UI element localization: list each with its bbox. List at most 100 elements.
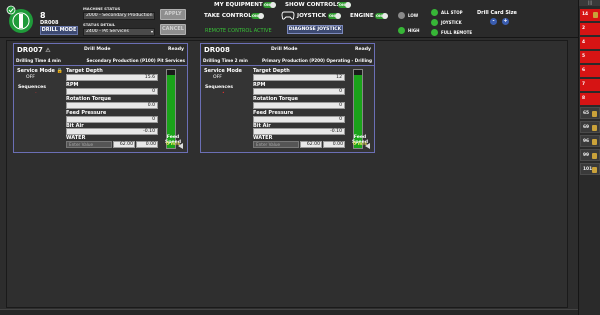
- target-depth-value: 15.6: [66, 74, 158, 81]
- equipment-item-label: 99: [583, 153, 590, 158]
- card-id: DR008: [204, 46, 230, 54]
- drill-card-dr008[interactable]: DR008 Drill Mode Ready Drilling Time 2 m…: [200, 43, 375, 153]
- cancel-button[interactable]: CANCEL: [160, 24, 186, 35]
- my-equipment-toggle[interactable]: ON: [263, 2, 276, 8]
- drill-mode-button[interactable]: DRILL MODE: [40, 26, 78, 35]
- rpm-value: 0: [253, 88, 345, 95]
- rpm-value: 0: [66, 88, 158, 95]
- full-remote-indicator: [431, 29, 438, 36]
- take-control-toggle[interactable]: ON: [251, 13, 264, 19]
- service-mode-label: Service Mode: [204, 68, 242, 74]
- equipment-item-7[interactable]: 7: [580, 79, 600, 91]
- equipment-icon: [592, 125, 597, 131]
- status-detail-label: STATUS DETAIL: [83, 22, 116, 27]
- high-indicator: [398, 27, 405, 34]
- card-state: Ready: [354, 47, 371, 52]
- drill-card-dr007[interactable]: DR007 ⚠ Drill Mode Ready Drilling Time 4…: [13, 43, 188, 153]
- joystick-label: JOYSTICK: [297, 13, 327, 19]
- apply-button[interactable]: APPLY: [160, 9, 186, 20]
- feed-pressure-value: 0: [66, 116, 158, 123]
- production-status: Secondary Production (P100) Pit Services: [86, 58, 185, 63]
- equipment-item-label: 96: [583, 139, 590, 144]
- equipment-item-14[interactable]: 14: [580, 9, 600, 21]
- all-stop-label: ALL STOP: [441, 10, 463, 15]
- drill-card-size-label: Drill Card Size: [477, 10, 517, 16]
- equipment-icon: [593, 12, 598, 18]
- all-stop-indicator: [431, 9, 438, 16]
- service-mode-value: OFF: [26, 75, 35, 80]
- service-mode-label: Service Mode 🔒: [17, 68, 63, 74]
- sequences-label: Sequences: [205, 85, 233, 90]
- machine-status-label: MACHINE STATUS: [83, 6, 121, 11]
- equipment-item-8[interactable]: 8: [580, 93, 600, 105]
- card-id: DR007 ⚠: [17, 46, 51, 54]
- engine-toggle[interactable]: ON: [375, 13, 388, 19]
- equipment-item-label: 7: [582, 82, 586, 87]
- equipment-item-label: 4: [582, 40, 586, 45]
- equipment-item-label: 2: [582, 26, 586, 31]
- equipment-icon: [592, 111, 597, 117]
- full-remote-label: FULL REMOTE: [441, 30, 473, 35]
- equipment-item-65[interactable]: 65: [580, 107, 600, 119]
- equipment-item-label: 69: [583, 125, 590, 130]
- lock-icon: 🔒: [56, 68, 63, 74]
- equipment-item-label: 6: [582, 68, 586, 73]
- water-row: Enter Value 62.00 0.00: [253, 141, 345, 148]
- equipment-list-panel: ||| 14 2 4 5 6 7 8 65 69 96 99 101: [578, 0, 600, 315]
- equipment-item-5[interactable]: 5: [580, 51, 600, 63]
- equipment-item-6[interactable]: 6: [580, 65, 600, 77]
- equipment-item-99[interactable]: 99: [580, 149, 600, 161]
- equipment-item-4[interactable]: 4: [580, 37, 600, 49]
- target-depth-value: 12: [253, 74, 345, 81]
- water-input[interactable]: Enter Value: [253, 141, 299, 148]
- card-size-increase-button[interactable]: +: [502, 18, 509, 25]
- bit-air-value: -0.10: [66, 128, 158, 135]
- feed-speed-value: 0 m/s: [353, 142, 367, 147]
- diagnose-joystick-button[interactable]: DIAGNOSE JOYSTICK: [287, 25, 343, 34]
- equipment-icon: [592, 167, 597, 173]
- show-controls-toggle[interactable]: ON: [338, 2, 351, 8]
- joystick-indicator: [431, 19, 438, 26]
- bottom-strip: [0, 309, 578, 315]
- water-value-b: 0.00: [323, 141, 345, 148]
- water-row: Enter Value 62.00 0.00: [66, 141, 158, 148]
- equipment-item-label: 5: [582, 54, 586, 59]
- high-label: HIGH: [408, 28, 420, 33]
- drill-rig-icon[interactable]: [6, 5, 36, 35]
- app-screen: 8 DR008 DRILL MODE MACHINE STATUS 2000 -…: [0, 0, 600, 315]
- water-value-a: 62.00: [300, 141, 322, 148]
- sequences-label: Sequences: [18, 85, 46, 90]
- sequences-value: -: [35, 91, 37, 96]
- water-value-a: 62.00: [113, 141, 135, 148]
- chevron-down-icon: ▾: [150, 29, 153, 34]
- card-header: DR007 ⚠ Drill Mode Ready Drilling Time 4…: [14, 44, 187, 66]
- engine-label: ENGINE: [350, 13, 374, 19]
- remote-control-status: REMOTE CONTROL ACTIVE: [205, 28, 272, 34]
- status-detail-select[interactable]: 2400 - Pit Services ▾: [83, 28, 155, 36]
- machine-status-select[interactable]: 2000 - Secondary Production (P1: [83, 12, 155, 20]
- rotation-torque-value: 0: [253, 102, 345, 109]
- feed-speed-value: 0 m/s: [166, 142, 180, 147]
- production-status: Primary Production (P200) Operating - Dr…: [262, 58, 372, 63]
- card-size-decrease-button[interactable]: -: [490, 18, 497, 25]
- equipment-item-2[interactable]: 2: [580, 23, 600, 35]
- my-equipment-label: MY EQUIPMENT: [214, 2, 263, 8]
- equipment-item-96[interactable]: 96: [580, 135, 600, 147]
- equipment-item-101[interactable]: 101: [580, 163, 600, 175]
- gamepad-icon: [281, 11, 295, 20]
- joystick-toggle[interactable]: ON: [328, 13, 341, 19]
- low-indicator: [398, 12, 405, 19]
- water-value-b: 0.00: [136, 141, 158, 148]
- equipment-item-label: 14: [582, 12, 589, 17]
- equipment-item-69[interactable]: 69: [580, 121, 600, 133]
- low-label: LOW: [408, 13, 419, 18]
- feed-pressure-value: 0: [253, 116, 345, 123]
- sequences-value: •: [222, 91, 225, 96]
- equipment-item-label: 8: [582, 96, 586, 101]
- drilling-time: Drilling Time 2 min: [203, 58, 248, 63]
- top-bar: 8 DR008 DRILL MODE MACHINE STATUS 2000 -…: [0, 0, 578, 38]
- service-mode-value: OFF: [213, 75, 222, 80]
- panel-handle[interactable]: |||: [579, 0, 600, 6]
- water-input[interactable]: Enter Value: [66, 141, 112, 148]
- drill-card-area: DR007 ⚠ Drill Mode Ready Drilling Time 4…: [6, 40, 568, 308]
